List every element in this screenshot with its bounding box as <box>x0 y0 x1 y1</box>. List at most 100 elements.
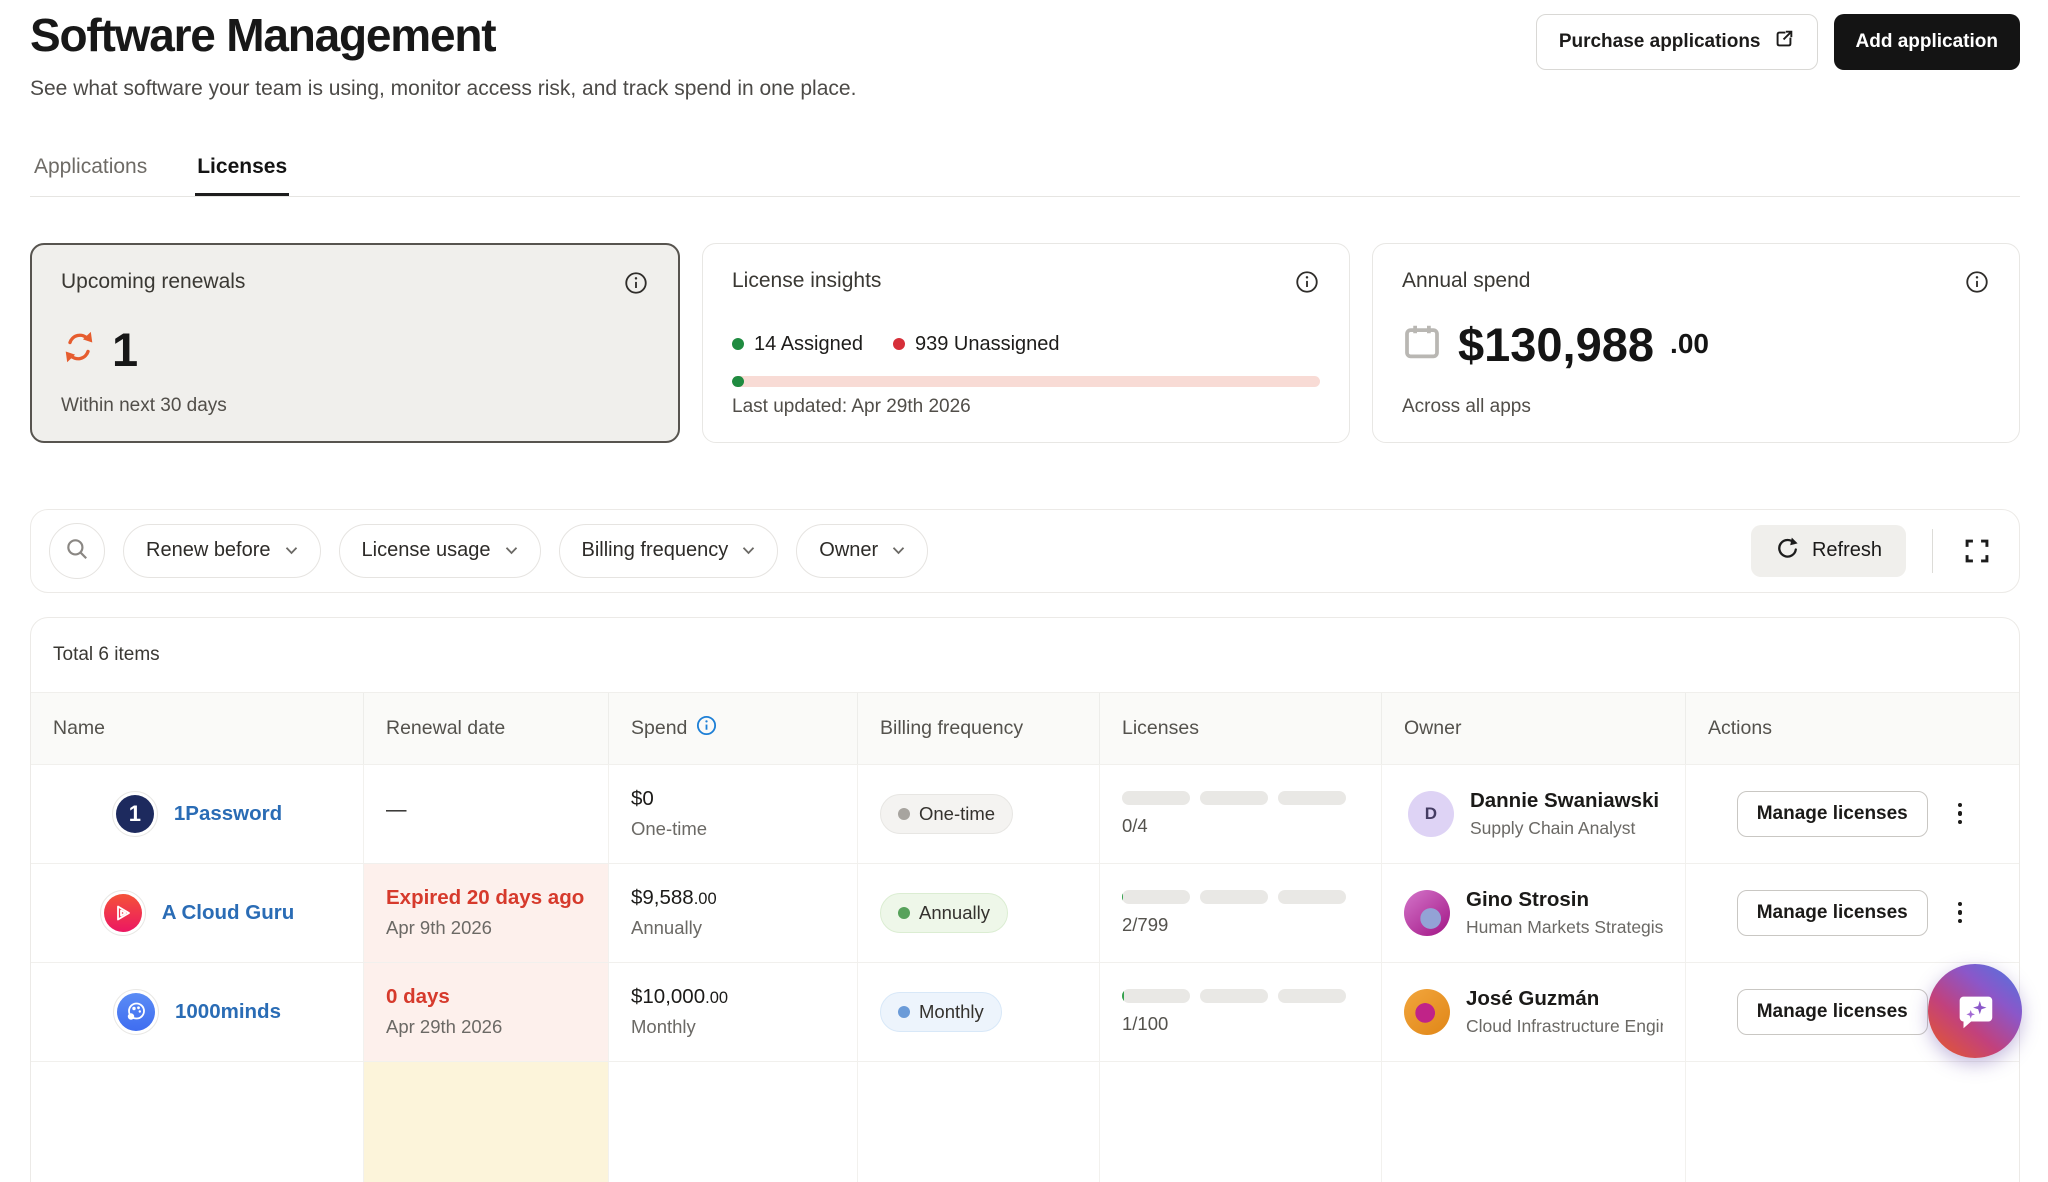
info-icon[interactable] <box>1964 269 1990 295</box>
filter-license-usage[interactable]: License usage <box>339 524 541 578</box>
billing-frequency-badge: One-time <box>880 794 1013 834</box>
calendar-icon <box>1402 322 1442 367</box>
page-header-text: Software Management See what software yo… <box>30 10 856 101</box>
owner-name: Dannie Swaniawski <box>1470 789 1659 813</box>
license-usage-bars <box>1122 791 1359 805</box>
app-name-link[interactable]: 1Password <box>174 802 282 826</box>
purchase-applications-button[interactable]: Purchase applications <box>1536 14 1818 70</box>
tab-applications[interactable]: Applications <box>32 149 149 196</box>
external-link-icon <box>1773 28 1795 56</box>
annual-spend-cents: .00 <box>1670 328 1709 360</box>
filter-bar: Renew before License usage Billing frequ… <box>30 509 2020 593</box>
assigned-bar-segment <box>732 376 744 387</box>
upcoming-renewals-count: 1 <box>112 326 138 373</box>
annual-spend-amount: $130,988 <box>1458 321 1654 368</box>
column-header-renewal-date: Renewal date <box>363 693 608 764</box>
owner-name: José Guzmán <box>1466 987 1663 1011</box>
unassigned-label: 939 Unassigned <box>915 333 1060 356</box>
chevron-down-icon <box>742 546 755 555</box>
kebab-menu-icon[interactable] <box>1952 797 1969 831</box>
chevron-down-icon <box>285 546 298 555</box>
chevron-down-icon <box>892 546 905 555</box>
owner-role: Cloud Infrastructure Engineer <box>1466 1016 1663 1037</box>
filter-license-usage-label: License usage <box>362 539 491 562</box>
table-row-partial <box>31 1061 2019 1182</box>
column-header-licenses: Licenses <box>1099 693 1381 764</box>
summary-cards: Upcoming renewals 1 <box>30 243 2020 443</box>
billing-frequency-cell: Monthly <box>857 963 1099 1061</box>
search-button[interactable] <box>49 523 105 579</box>
filter-owner-label: Owner <box>819 539 878 562</box>
filter-renew-before[interactable]: Renew before <box>123 524 321 578</box>
spend-frequency: Monthly <box>631 1016 835 1038</box>
column-header-spend-label: Spend <box>631 717 687 740</box>
kebab-menu-icon[interactable] <box>1952 896 1969 930</box>
owner-name: Gino Strosin <box>1466 888 1663 912</box>
refresh-label: Refresh <box>1812 539 1882 562</box>
renewal-primary: — <box>386 798 586 822</box>
ai-assistant-fab[interactable] <box>1928 964 2022 1058</box>
table-total-label: Total 6 items <box>31 618 2019 692</box>
upcoming-renewals-card[interactable]: Upcoming renewals 1 <box>30 243 680 443</box>
manage-licenses-button[interactable]: Manage licenses <box>1737 791 1928 837</box>
license-insights-card: License insights 14 Assigned 939 Unassig… <box>702 243 1350 443</box>
actions-cell: Manage licenses <box>1685 864 2019 962</box>
column-header-spend: Spend <box>608 693 857 764</box>
chat-sparkle-icon <box>1952 987 1998 1036</box>
refresh-icon <box>1775 536 1799 566</box>
renewal-date-cell <box>363 1062 608 1182</box>
owner-role: Supply Chain Analyst <box>1470 818 1659 839</box>
licenses-cell: 2/799 <box>1099 864 1381 962</box>
app-name-link[interactable]: A Cloud Guru <box>162 901 294 925</box>
add-application-label: Add application <box>1856 31 1999 53</box>
info-icon[interactable] <box>623 270 649 296</box>
search-icon <box>64 536 90 565</box>
annual-spend-card: Annual spend $130,988.00 <box>1372 243 2020 443</box>
1password-logo-icon: 1 <box>112 791 158 837</box>
tab-licenses[interactable]: Licenses <box>195 149 289 196</box>
purchase-applications-label: Purchase applications <box>1559 31 1761 53</box>
billing-status-dot <box>898 808 910 820</box>
column-header-billing-frequency: Billing frequency <box>857 693 1099 764</box>
license-fraction: 1/100 <box>1122 1013 1359 1035</box>
owner-avatar <box>1404 989 1450 1035</box>
name-cell: 1000minds <box>31 963 363 1061</box>
app-name-link[interactable]: 1000minds <box>175 1000 281 1024</box>
info-icon[interactable] <box>1294 269 1320 295</box>
spend-frequency: One-time <box>631 818 835 840</box>
billing-frequency-badge: Monthly <box>880 992 1002 1032</box>
filter-owner[interactable]: Owner <box>796 524 928 578</box>
filter-billing-frequency[interactable]: Billing frequency <box>559 524 779 578</box>
renewal-date-cell: — <box>363 765 608 863</box>
license-usage-bars <box>1122 890 1359 904</box>
filter-renew-before-label: Renew before <box>146 539 271 562</box>
license-fraction: 0/4 <box>1122 815 1359 837</box>
add-application-button[interactable]: Add application <box>1834 14 2021 70</box>
assigned-legend: 14 Assigned <box>732 333 863 356</box>
table-row: 1000minds 0 days Apr 29th 2026 $10,000.0… <box>31 962 2019 1061</box>
license-insights-title: License insights <box>732 269 881 293</box>
spend-frequency: Annually <box>631 917 835 939</box>
assigned-label: 14 Assigned <box>754 333 863 356</box>
manage-licenses-button[interactable]: Manage licenses <box>1737 890 1928 936</box>
license-fraction: 2/799 <box>1122 914 1359 936</box>
refresh-button[interactable]: Refresh <box>1751 525 1906 577</box>
fullscreen-icon[interactable] <box>1959 533 1995 569</box>
spend-info-icon[interactable] <box>695 714 718 743</box>
manage-licenses-button[interactable]: Manage licenses <box>1737 989 1928 1035</box>
table-row: A Cloud Guru Expired 20 days ago Apr 9th… <box>31 863 2019 962</box>
column-header-name: Name <box>31 693 363 764</box>
filter-billing-frequency-label: Billing frequency <box>582 539 729 562</box>
upcoming-renewals-title: Upcoming renewals <box>61 270 245 294</box>
assigned-dot <box>732 338 744 350</box>
renewal-date-cell: Expired 20 days ago Apr 9th 2026 <box>363 864 608 962</box>
spend-cell: $0 One-time <box>608 765 857 863</box>
licenses-cell: 0/4 <box>1099 765 1381 863</box>
a-cloud-guru-logo-icon <box>100 890 146 936</box>
unassigned-dot <box>893 338 905 350</box>
filter-dropdowns: Renew before License usage Billing frequ… <box>123 524 928 578</box>
renewal-secondary: Apr 9th 2026 <box>386 917 586 939</box>
spend-cell: $9,588.00 Annually <box>608 864 857 962</box>
renewal-date-cell: 0 days Apr 29th 2026 <box>363 963 608 1061</box>
billing-frequency-cell: Annually <box>857 864 1099 962</box>
